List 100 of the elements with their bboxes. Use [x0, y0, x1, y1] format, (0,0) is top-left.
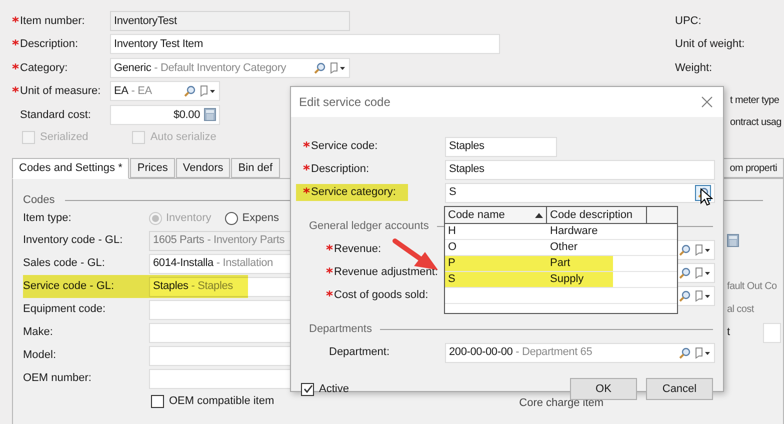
close-button[interactable] [699, 94, 715, 110]
field-label: Item number: [20, 14, 85, 28]
tab[interactable]: om properti [722, 158, 784, 178]
input-field[interactable]: Inventory Test Item [110, 34, 500, 54]
field-value: Staples [449, 162, 484, 178]
calculator-icon [727, 234, 739, 247]
radio-label: Expens [242, 210, 279, 226]
list-row[interactable]: P Part [445, 256, 677, 272]
field-description: - Default Inventory Category [154, 60, 286, 76]
field-label: t meter type [730, 94, 780, 108]
field-description: - Inventory Parts [207, 233, 284, 248]
field-label: Revenue: [334, 242, 382, 258]
input-field[interactable]: InventoryTest [110, 10, 350, 31]
input-field[interactable]: $0.00 [110, 104, 220, 125]
checkbox-label: Auto serialize [150, 130, 216, 146]
field-label: al cost [727, 303, 754, 317]
field-label: Unit of measure: [20, 84, 101, 99]
field-value: 6014-Installa [153, 256, 214, 272]
field-label: Description: [311, 162, 370, 178]
field-label: Revenue adjustment: [334, 265, 438, 280]
lookup-field[interactable]: EA - EA [110, 81, 220, 102]
field-label: Service code: [311, 139, 378, 154]
tab[interactable]: Codes and Settings * [12, 158, 130, 179]
field-label: ontract usag [730, 116, 782, 130]
field-label: Sales code - GL: [23, 256, 106, 272]
field-description: - Department 65 [516, 345, 592, 360]
field-label: Description: [20, 37, 78, 52]
list-cell-text: O [447, 240, 458, 256]
field-label: Model: [23, 348, 58, 364]
field-label: Standard cost: [20, 108, 91, 122]
input-field[interactable]: Staples [445, 160, 715, 180]
tab[interactable]: Bin def [231, 158, 280, 178]
search-icon [679, 346, 691, 358]
radio-button[interactable] [225, 212, 238, 224]
field-description: - Staples [191, 279, 233, 294]
list-cell-text: H [447, 224, 457, 240]
flag-dropdown-icon [695, 244, 711, 256]
checkbox-label: Serialized [40, 130, 88, 146]
field-label: Item type: [23, 210, 72, 226]
input-field[interactable] [763, 322, 781, 342]
search-icon [314, 62, 326, 74]
checkbox[interactable] [301, 382, 314, 396]
search-icon [679, 244, 691, 256]
field-label: Service category: [311, 185, 396, 200]
checkbox-label: OEM compatible item [169, 394, 274, 410]
field-label: Make: [23, 325, 54, 340]
flag-dropdown-icon [330, 62, 346, 74]
field-label: OEM number: [23, 371, 92, 386]
list-cell-text: Part [549, 256, 570, 272]
sort-icon [535, 212, 543, 218]
field-label: Unit of weight: [675, 37, 745, 52]
calculator-icon [204, 108, 216, 122]
field-value: EA [114, 84, 128, 99]
dialog-button[interactable]: Cancel [646, 378, 713, 400]
checkbox[interactable] [151, 395, 164, 408]
field-description: - Installation [216, 256, 273, 272]
section-legend: Departments [309, 320, 372, 338]
field-value: Staples [153, 279, 188, 294]
flag-dropdown-icon [695, 346, 711, 358]
search-icon [679, 266, 691, 278]
lookup-field[interactable]: 200-00-00-00 - Department 65 [445, 342, 715, 362]
lookup-field[interactable]: Generic - Default Inventory Category [110, 58, 350, 78]
field-value: 1605 Parts [153, 233, 204, 248]
flag-dropdown-icon [695, 290, 711, 302]
radio-label: Inventory [166, 210, 212, 226]
field-value: Staples [449, 139, 484, 154]
dialog-button[interactable]: OK [570, 378, 637, 400]
tab[interactable]: Prices [130, 158, 175, 178]
field-value: Inventory Test Item [114, 37, 203, 52]
field-value: 200-00-00-00 [449, 345, 513, 360]
field-label: Department: [329, 345, 390, 360]
flag-dropdown-icon [200, 85, 216, 98]
field-label: Cost of goods sold: [334, 288, 428, 304]
field-description: - EA [131, 84, 152, 99]
column-header[interactable]: Code description [547, 207, 647, 223]
field-value: S [449, 185, 456, 200]
search-icon [184, 85, 196, 98]
input-field[interactable]: Staples [445, 136, 557, 156]
search-icon [679, 290, 691, 302]
input-field[interactable]: S [445, 182, 715, 202]
section-legend: Codes [23, 192, 55, 208]
list-row[interactable]: S Supply [445, 272, 677, 288]
flag-dropdown-icon [695, 266, 711, 278]
field-value: Generic [114, 60, 152, 76]
field-label: Equipment code: [23, 302, 107, 318]
dialog-title: Edit service code [299, 94, 392, 111]
check-icon [302, 384, 312, 394]
tab[interactable]: Vendors [176, 158, 230, 178]
field-value: $0.00 [173, 108, 200, 122]
column-header[interactable]: Code name [445, 207, 547, 223]
list-cell-text: Other [549, 240, 578, 256]
field-label: fault Out Co [727, 280, 777, 294]
field-label: t [727, 325, 730, 340]
cursor-icon [700, 188, 713, 206]
list-cell-text: Hardware [549, 224, 598, 240]
list-row[interactable]: H Hardware [445, 224, 677, 240]
field-label: Weight: [675, 60, 712, 76]
list-cell-text: S [447, 272, 456, 288]
list-cell-text: P [447, 256, 456, 272]
field-value: InventoryTest [114, 14, 177, 28]
